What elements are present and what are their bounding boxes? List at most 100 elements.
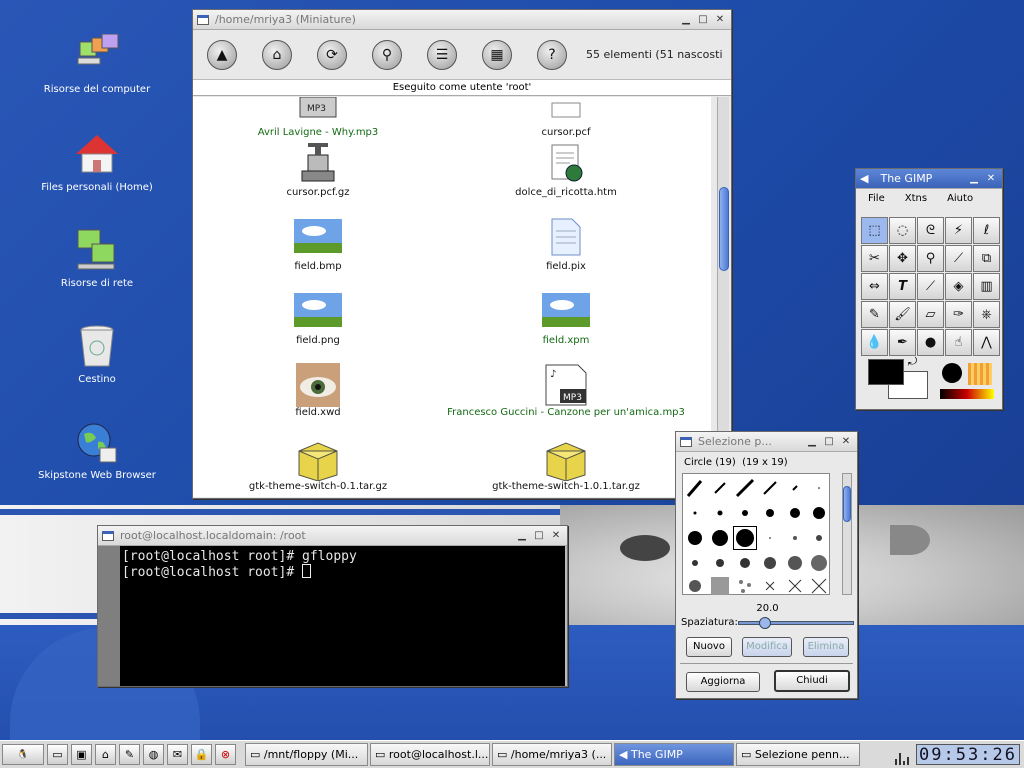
color-swatches[interactable]: ⤾ bbox=[864, 355, 932, 403]
home-launcher-icon[interactable]: ⌂ bbox=[95, 744, 116, 765]
magnify-icon[interactable]: ⚲ bbox=[917, 245, 944, 272]
brush-cell[interactable] bbox=[758, 574, 782, 598]
brush-cell[interactable] bbox=[683, 501, 707, 525]
brush-cell[interactable] bbox=[807, 574, 831, 598]
close-icon[interactable]: ✕ bbox=[549, 529, 563, 543]
brush-cell[interactable] bbox=[783, 526, 807, 550]
gimp-launcher-icon[interactable]: ✎ bbox=[119, 744, 140, 765]
brush-cell[interactable] bbox=[683, 574, 707, 598]
terminal-titlebar[interactable]: root@localhost.localdomain: /root ▁ □ ✕ bbox=[98, 526, 567, 546]
details-icon[interactable]: ▦ bbox=[482, 39, 512, 70]
file-item[interactable]: ♪ MP3 Francesco Guccini - Canzone per un'… bbox=[441, 363, 691, 418]
minimize-icon[interactable]: ▁ bbox=[805, 435, 819, 449]
brush-pattern-gradient-preview[interactable] bbox=[938, 359, 996, 403]
transform-icon[interactable]: ⧉ bbox=[973, 245, 1000, 272]
file-item[interactable]: field.png bbox=[193, 291, 443, 346]
brush-cell[interactable] bbox=[708, 574, 732, 598]
mail-launcher-icon[interactable]: ✉ bbox=[167, 744, 188, 765]
file-item[interactable]: field.pix bbox=[441, 217, 691, 272]
active-brush-preview[interactable] bbox=[942, 363, 962, 383]
close-icon[interactable]: ✕ bbox=[984, 172, 998, 186]
terminal-launcher-icon[interactable]: ▣ bbox=[71, 744, 92, 765]
show-desktop-icon[interactable]: ▭ bbox=[47, 744, 68, 765]
close-button[interactable]: Chiudi bbox=[774, 670, 850, 692]
brush-cell[interactable] bbox=[708, 551, 732, 575]
brush-cell[interactable] bbox=[758, 551, 782, 575]
help-icon[interactable]: ? bbox=[537, 39, 567, 70]
window-menu-icon[interactable] bbox=[197, 14, 209, 25]
active-gradient-preview[interactable] bbox=[940, 389, 994, 399]
file-item[interactable]: gtk-theme-switch-0.1.tar.gz bbox=[193, 437, 443, 492]
swap-colors-icon[interactable]: ⤾ bbox=[908, 355, 917, 369]
menu-file[interactable]: File bbox=[868, 193, 885, 209]
brush-cell[interactable] bbox=[758, 526, 782, 550]
brush-scrollbar[interactable] bbox=[842, 473, 852, 595]
brush-cell[interactable] bbox=[708, 501, 732, 525]
brush-cell[interactable] bbox=[783, 476, 807, 500]
desktop-icon-browser[interactable]: Skipstone Web Browser bbox=[22, 420, 172, 481]
move-icon[interactable]: ✥ bbox=[889, 245, 916, 272]
active-pattern-preview[interactable] bbox=[968, 363, 992, 385]
task-button-terminal[interactable]: ▭ root@localhost.l... bbox=[370, 743, 490, 766]
paintbrush-icon[interactable]: 🖌 bbox=[889, 301, 916, 328]
brush-cell[interactable] bbox=[733, 501, 757, 525]
brush-cell[interactable] bbox=[708, 526, 732, 550]
spacing-slider-thumb[interactable] bbox=[759, 617, 772, 629]
browser-launcher-icon[interactable]: ◍ bbox=[143, 744, 164, 765]
close-icon[interactable]: ✕ bbox=[839, 435, 853, 449]
rect-select-icon[interactable]: ⬚ bbox=[861, 217, 888, 244]
home-icon[interactable]: ⌂ bbox=[262, 39, 292, 70]
dodge-icon[interactable]: ● bbox=[917, 329, 944, 356]
brush-cell[interactable] bbox=[807, 476, 831, 500]
file-item[interactable]: cursor.pcf.gz bbox=[193, 143, 443, 198]
crop-icon[interactable]: ⟋ bbox=[945, 245, 972, 272]
delete-brush-button[interactable]: Elimina bbox=[803, 637, 849, 657]
file-item[interactable]: field.xpm bbox=[441, 291, 691, 346]
pencil-icon[interactable]: ✎ bbox=[861, 301, 888, 328]
spacing-slider[interactable] bbox=[738, 617, 854, 629]
scrollbar-thumb[interactable] bbox=[719, 187, 729, 271]
maximize-icon[interactable]: □ bbox=[532, 529, 546, 543]
brush-cell[interactable] bbox=[683, 476, 707, 500]
zoom-icon[interactable]: ⚲ bbox=[372, 39, 402, 70]
minimize-icon[interactable]: ▁ bbox=[515, 529, 529, 543]
list-icon[interactable]: ☰ bbox=[427, 39, 457, 70]
menu-help[interactable]: Aiuto bbox=[947, 193, 973, 209]
brush-cell[interactable] bbox=[807, 551, 831, 575]
ink-icon[interactable]: ✒ bbox=[889, 329, 916, 356]
maximize-icon[interactable]: □ bbox=[822, 435, 836, 449]
brush-cell[interactable] bbox=[783, 501, 807, 525]
flip-icon[interactable]: ⇔ bbox=[861, 273, 888, 300]
task-button-floppy[interactable]: ▭ /mnt/floppy (Mi... bbox=[245, 743, 368, 766]
new-brush-button[interactable]: Nuovo bbox=[686, 637, 732, 657]
desktop-icon-home[interactable]: Files personali (Home) bbox=[22, 132, 172, 193]
brush-cell[interactable] bbox=[683, 551, 707, 575]
start-menu-button[interactable]: 🐧 bbox=[2, 744, 44, 765]
bucket-fill-icon[interactable]: ◈ bbox=[945, 273, 972, 300]
magic-wand-icon[interactable]: ⚡ bbox=[945, 217, 972, 244]
brush-cell[interactable] bbox=[758, 476, 782, 500]
file-item[interactable]: cursor.pcf bbox=[441, 97, 691, 138]
desktop-icon-network[interactable]: Risorse di rete bbox=[22, 228, 172, 289]
task-button-filer[interactable]: ▭ /home/mriya3 (... bbox=[492, 743, 612, 766]
task-button-brushes[interactable]: ▭ Selezione penn... bbox=[736, 743, 860, 766]
brush-dialog-titlebar[interactable]: Selezione p... ▁ □ ✕ bbox=[676, 432, 857, 452]
file-item[interactable]: field.bmp bbox=[193, 217, 443, 272]
color-picker-icon[interactable]: ⟋ bbox=[917, 273, 944, 300]
file-item[interactable]: gtk-theme-switch-1.0.1.tar.gz bbox=[441, 437, 691, 492]
measure-icon[interactable]: ⋀ bbox=[973, 329, 1000, 356]
gimp-titlebar[interactable]: ◀ The GIMP ▁ ✕ bbox=[856, 169, 1002, 189]
smudge-icon[interactable]: ☝ bbox=[945, 329, 972, 356]
brush-cell[interactable] bbox=[783, 574, 807, 598]
brush-cell[interactable] bbox=[758, 501, 782, 525]
brush-cell[interactable] bbox=[807, 526, 831, 550]
filer-titlebar[interactable]: /home/mriya3 (Miniature) ▁ □ ✕ bbox=[193, 10, 731, 30]
lasso-icon[interactable]: ᘓ bbox=[917, 217, 944, 244]
menu-xtns[interactable]: Xtns bbox=[905, 193, 927, 209]
ellipse-select-icon[interactable]: ◌ bbox=[889, 217, 916, 244]
maximize-icon[interactable]: □ bbox=[696, 13, 710, 27]
edit-brush-button[interactable]: Modifica bbox=[742, 637, 792, 657]
brush-cell[interactable] bbox=[683, 526, 707, 550]
file-item[interactable]: dolce_di_ricotta.htm bbox=[441, 143, 691, 198]
text-icon[interactable]: T bbox=[889, 273, 916, 300]
